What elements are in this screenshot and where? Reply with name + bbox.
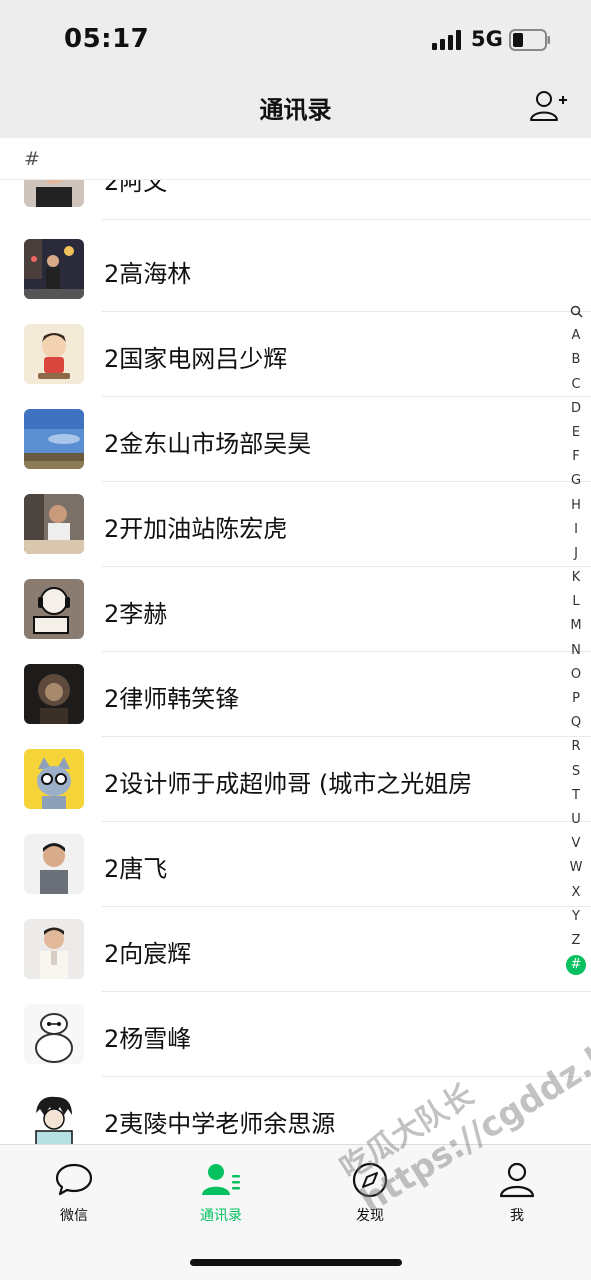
alphabet-index[interactable]: A B C D E F G H I J K L M N O P Q R S T … [562, 300, 590, 977]
contact-name: 2夷陵中学老师余思源 [104, 1110, 336, 1138]
contact-item[interactable]: 2律师韩笑锋 [0, 652, 591, 737]
contact-item[interactable]: 2杨雪峰 [0, 992, 591, 1077]
battery-icon [509, 29, 550, 51]
add-friend-icon[interactable] [528, 88, 568, 124]
contact-item[interactable]: 2高海林 [0, 227, 591, 312]
index-hash-active[interactable]: # [566, 955, 586, 976]
contact-item[interactable]: 2设计师于成超帅哥 (城市之光姐房 [0, 737, 591, 822]
contact-avatar [24, 919, 84, 979]
contact-name: 2开加油站陈宏虎 [104, 515, 288, 543]
index-letter-active[interactable]: # [562, 953, 590, 977]
tab-label: 微信 [60, 1208, 88, 1224]
contact-avatar [24, 749, 84, 809]
person-icon [499, 1162, 535, 1198]
index-letter[interactable]: A [562, 324, 590, 348]
index-letter[interactable]: C [562, 373, 590, 397]
compass-icon [352, 1162, 388, 1198]
contact-name: 2国家电网吕少辉 [104, 345, 288, 373]
status-time: 05:17 [64, 24, 150, 54]
index-letter[interactable]: P [562, 687, 590, 711]
index-letter[interactable]: O [562, 663, 590, 687]
index-letter[interactable]: M [562, 614, 590, 638]
tab-chats[interactable]: 微信 [24, 1161, 124, 1225]
contact-name: 2金东山市场部吴昊 [104, 430, 312, 458]
section-label: # [24, 148, 40, 170]
index-letter[interactable]: T [562, 784, 590, 808]
contact-name: 2向宸辉 [104, 940, 192, 968]
status-bar: 05:17 5G [0, 0, 591, 80]
home-indicator [190, 1259, 402, 1266]
tab-discover[interactable]: 发现 [320, 1161, 420, 1225]
contact-item[interactable]: 2向宸辉 [0, 907, 591, 992]
contact-avatar [24, 494, 84, 554]
index-letter[interactable]: N [562, 639, 590, 663]
contact-item[interactable]: 2李赫 [0, 567, 591, 652]
contact-name: 2杨雪峰 [104, 1025, 192, 1053]
index-letter[interactable]: L [562, 590, 590, 614]
index-letter[interactable]: I [562, 518, 590, 542]
index-letter[interactable]: J [562, 542, 590, 566]
nav-bar: 通讯录 [0, 80, 591, 138]
index-letter[interactable]: U [562, 808, 590, 832]
contact-item[interactable]: 2唐飞 [0, 822, 591, 907]
tab-label: 我 [510, 1208, 524, 1224]
row-divider [102, 219, 591, 220]
index-letter[interactable]: X [562, 881, 590, 905]
index-letter[interactable]: E [562, 421, 590, 445]
index-letter[interactable]: Q [562, 711, 590, 735]
contact-avatar [24, 664, 84, 724]
contact-name: 2设计师于成超帅哥 (城市之光姐房 [104, 770, 473, 798]
index-letter[interactable]: Y [562, 905, 590, 929]
contact-item[interactable]: 2金东山市场部吴昊 [0, 397, 591, 482]
tab-contacts[interactable]: 通讯录 [171, 1161, 271, 1225]
contact-item[interactable]: 2夷陵中学老师余思源 [0, 1077, 591, 1144]
index-letter[interactable]: F [562, 445, 590, 469]
tab-label: 通讯录 [200, 1208, 242, 1224]
contact-name: 2律师韩笑锋 [104, 685, 240, 713]
contact-avatar [24, 834, 84, 894]
section-header: # [0, 138, 591, 180]
index-letter[interactable]: D [562, 397, 590, 421]
tab-label: 发现 [356, 1208, 384, 1224]
index-search-icon[interactable] [562, 300, 590, 324]
contact-list-panel[interactable]: 2阿文 2高海林 2国家电网吕少辉 2金东山市场部吴昊 2开加油站陈宏虎 2李赫… [0, 138, 591, 1144]
index-letter[interactable]: S [562, 760, 590, 784]
index-letter[interactable]: R [562, 735, 590, 759]
index-letter[interactable]: Z [562, 929, 590, 953]
tab-me[interactable]: 我 [467, 1161, 567, 1225]
contact-avatar [24, 1089, 84, 1144]
contact-item[interactable]: 2开加油站陈宏虎 [0, 482, 591, 567]
index-letter[interactable]: K [562, 566, 590, 590]
index-letter[interactable]: B [562, 348, 590, 372]
index-letter[interactable]: G [562, 469, 590, 493]
contact-avatar [24, 239, 84, 299]
index-letter[interactable]: W [562, 856, 590, 880]
contact-avatar [24, 324, 84, 384]
contact-avatar [24, 579, 84, 639]
contact-name: 2李赫 [104, 600, 168, 628]
contact-avatar [24, 1004, 84, 1064]
signal-icon [432, 30, 461, 50]
contacts-icon [202, 1164, 240, 1195]
contact-avatar [24, 409, 84, 469]
page-title: 通讯录 [259, 96, 332, 124]
contact-name: 2高海林 [104, 260, 192, 288]
index-letter[interactable]: V [562, 832, 590, 856]
chat-bubble-icon [55, 1163, 93, 1196]
contact-item[interactable]: 2国家电网吕少辉 [0, 312, 591, 397]
index-letter[interactable]: H [562, 494, 590, 518]
contact-name: 2唐飞 [104, 855, 168, 883]
network-label: 5G [471, 27, 503, 51]
